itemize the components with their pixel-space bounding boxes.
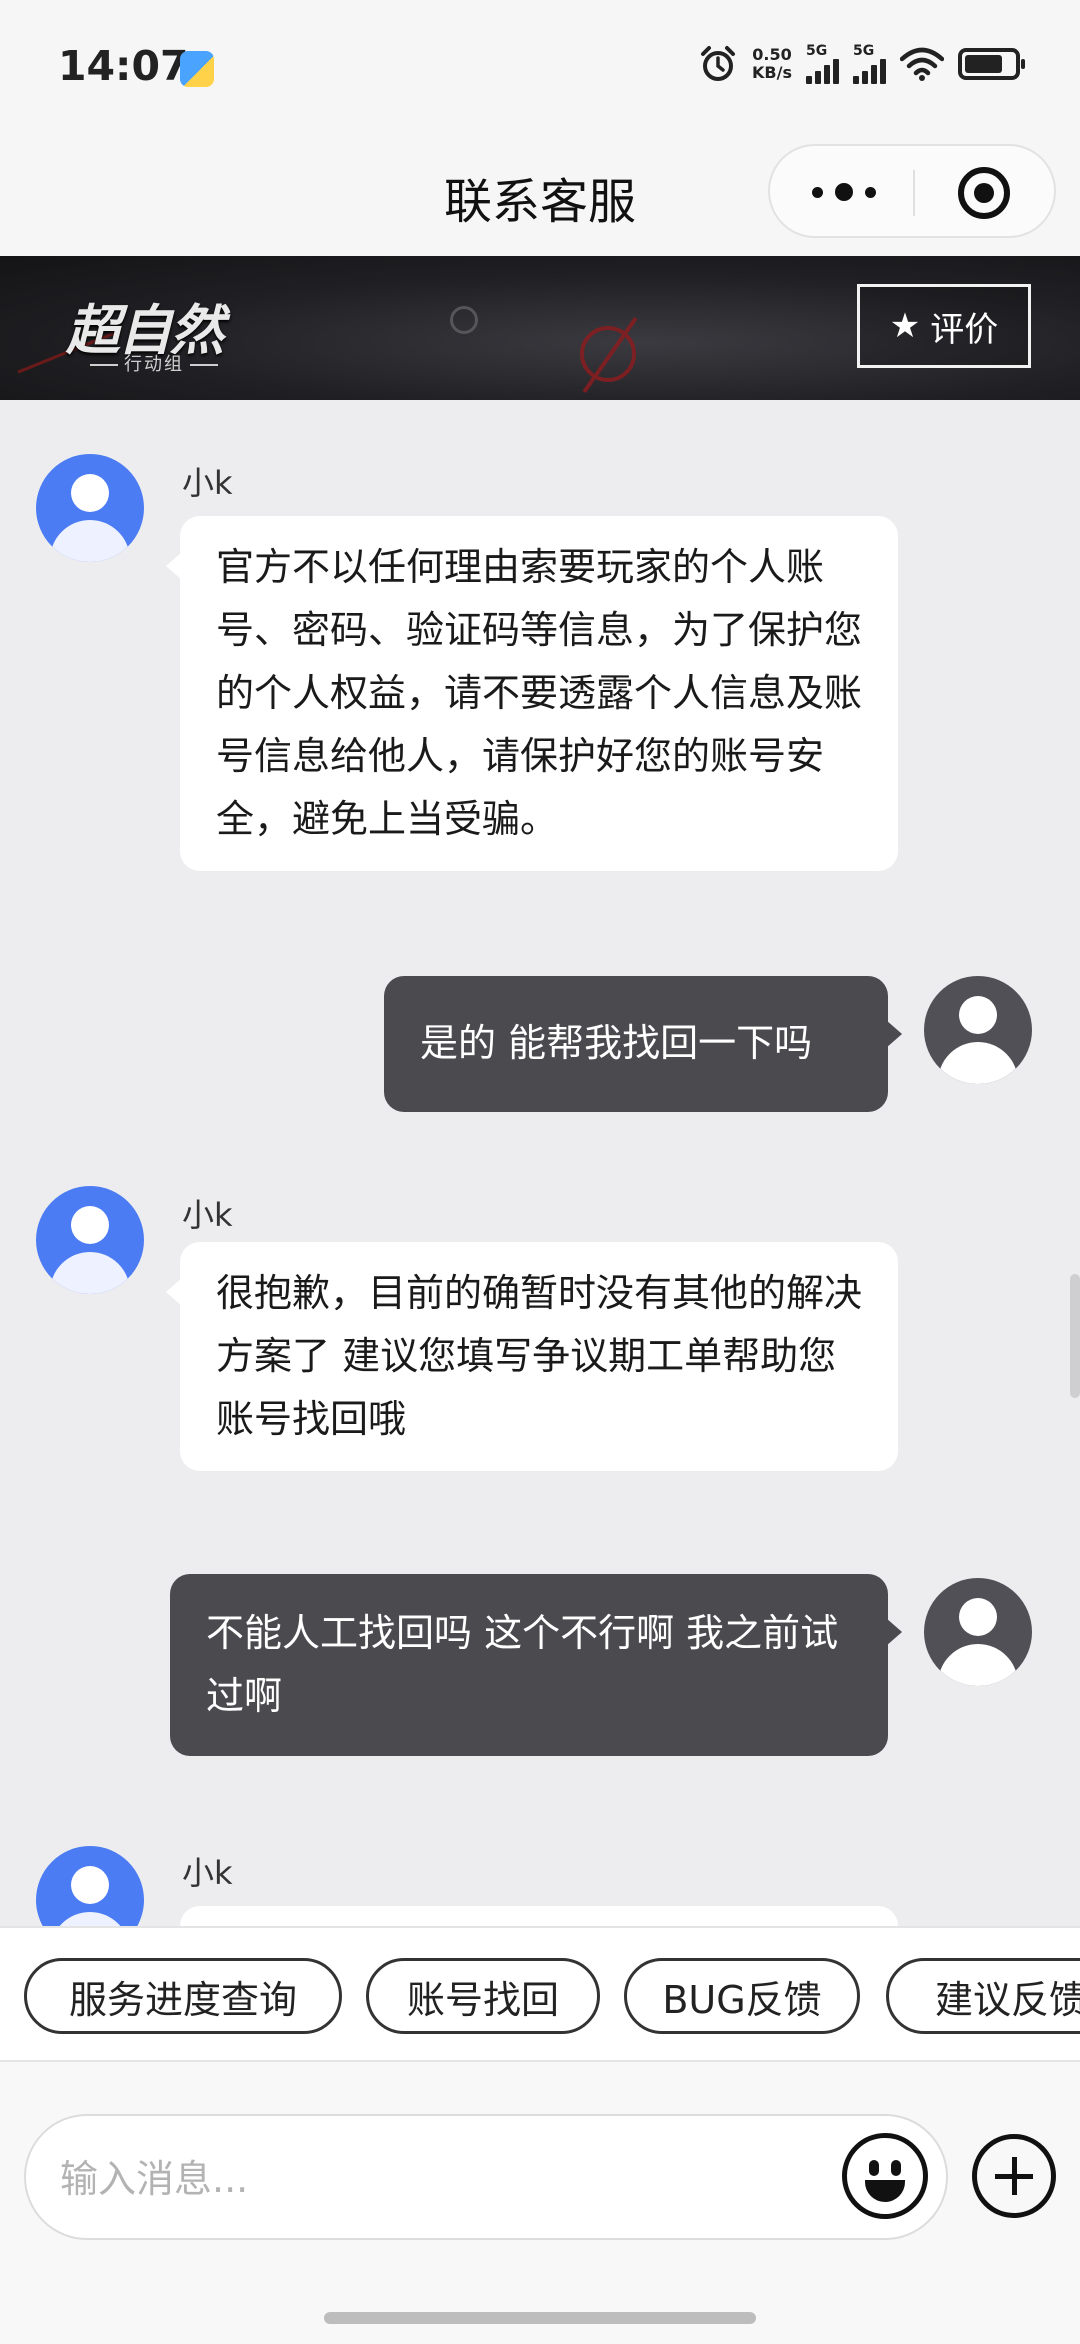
mini-program-capsule <box>768 144 1056 238</box>
agent-avatar <box>36 454 144 562</box>
network-speed: 0.50 KB/s <box>752 46 792 82</box>
star-icon: ★ <box>889 306 921 346</box>
user-message-bubble: 不能人工找回吗 这个不行啊 我之前试过啊 <box>170 1574 902 1756</box>
banner-decoration <box>450 306 478 334</box>
agent-name: 小k <box>182 464 233 502</box>
sim2-label: 5G <box>853 43 875 59</box>
status-time: 14:07 <box>58 42 189 90</box>
status-icons: 0.50 KB/s 5G 5G <box>698 44 1025 84</box>
signal-sim2: 5G <box>853 44 886 84</box>
app-notification-icon <box>180 51 214 87</box>
message-input-box[interactable] <box>24 2114 948 2240</box>
agent-message: 小k 很抱歉，目前的确暂时没有其他的解决方案了 建议您填写争议期工单帮助您账号找… <box>0 1180 1080 1530</box>
emoji-icon[interactable] <box>842 2133 928 2219</box>
user-avatar <box>924 1578 1032 1686</box>
more-options-icon[interactable] <box>812 182 876 202</box>
alarm-icon <box>701 46 736 81</box>
user-message-bubble: 是的 能帮我找回一下吗 <box>384 976 902 1112</box>
battery-icon <box>958 48 1025 80</box>
quick-reply-account-recovery[interactable]: 账号找回 <box>366 1958 600 2034</box>
quick-reply-bar[interactable]: 服务进度查询 账号找回 BUG反馈 建议反馈 <box>0 1926 1080 2062</box>
user-message: 不能人工找回吗 这个不行啊 我之前试过啊 <box>0 1572 1080 1782</box>
agent-message-bubble: 很抱歉，目前的确暂时没有其他的解决方案了 建议您填写争议期工单帮助您账号找回哦 <box>166 1242 898 1471</box>
banner-decoration <box>580 326 636 382</box>
game-logo-subtitle: 行动组 <box>84 350 224 376</box>
agent-message: 小k <box>0 1840 1080 1926</box>
quick-reply-bug-report[interactable]: BUG反馈 <box>624 1958 860 2034</box>
rate-button-label: 评价 <box>930 309 999 350</box>
agent-avatar <box>36 1186 144 1294</box>
network-speed-unit: KB/s <box>752 63 792 82</box>
agent-name: 小k <box>182 1196 233 1234</box>
sim1-label: 5G <box>806 43 828 59</box>
agent-name: 小k <box>182 1854 233 1892</box>
message-input[interactable] <box>60 2146 820 2212</box>
signal-bars-icon <box>806 58 839 84</box>
status-bar: 14:07 0.50 KB/s 5G 5G <box>0 0 1080 140</box>
signal-bars-icon <box>853 58 886 84</box>
rate-button[interactable]: ★ 评价 <box>857 284 1031 368</box>
agent-message-bubble <box>180 1906 898 1926</box>
capsule-divider <box>913 170 915 216</box>
game-banner: 超自然 行动组 ★ 评价 <box>0 256 1080 400</box>
user-message: 是的 能帮我找回一下吗 <box>0 970 1080 1120</box>
nav-bar: 联系客服 <box>0 140 1080 256</box>
chat-area[interactable]: 小k 官方不以任何理由索要玩家的个人账号、密码、验证码等信息，为了保护您的个人权… <box>0 400 1080 1926</box>
network-speed-value: 0.50 <box>752 45 792 64</box>
agent-avatar <box>36 1846 144 1926</box>
wifi-icon <box>900 47 944 81</box>
user-avatar <box>924 976 1032 1084</box>
close-mini-program-icon[interactable] <box>958 167 1010 219</box>
agent-message: 小k 官方不以任何理由索要玩家的个人账号、密码、验证码等信息，为了保护您的个人权… <box>0 400 1080 920</box>
quick-reply-service-progress[interactable]: 服务进度查询 <box>24 1958 342 2034</box>
agent-message-bubble: 官方不以任何理由索要玩家的个人账号、密码、验证码等信息，为了保护您的个人权益，请… <box>166 516 898 871</box>
chat-scrollbar[interactable] <box>1070 1274 1080 1398</box>
home-indicator[interactable] <box>324 2312 756 2324</box>
add-attachment-icon[interactable] <box>972 2134 1056 2218</box>
signal-sim1: 5G <box>806 44 839 84</box>
message-input-area <box>0 2062 1080 2344</box>
quick-reply-suggestion[interactable]: 建议反馈 <box>886 1958 1080 2034</box>
